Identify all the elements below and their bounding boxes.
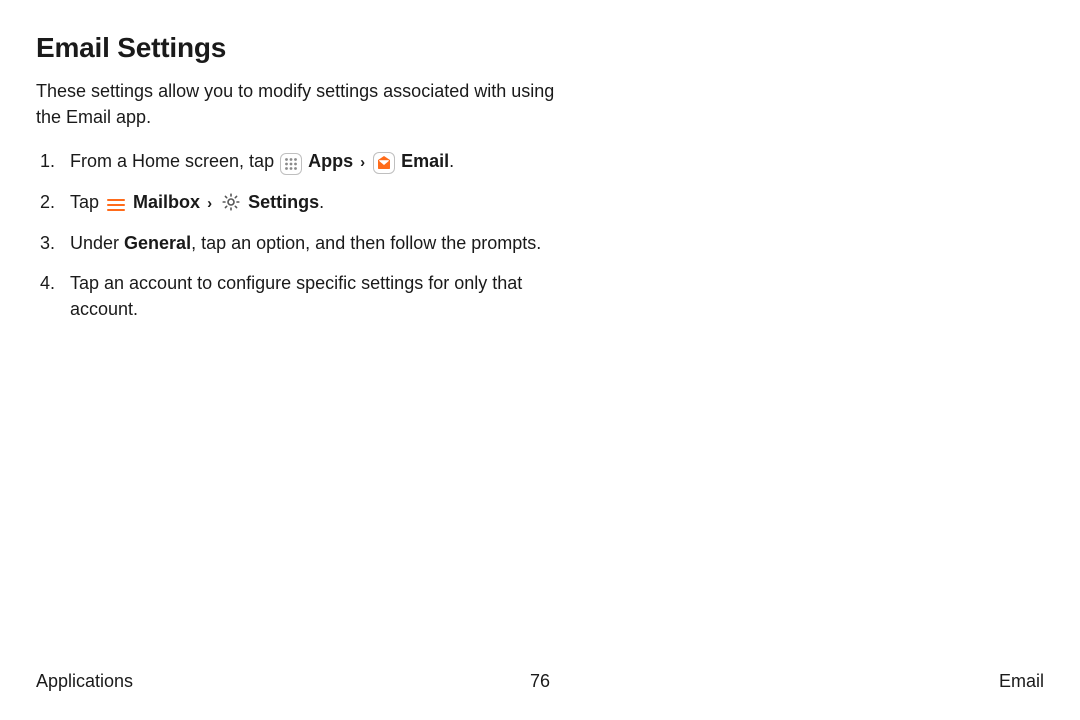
footer-page-number: 76	[530, 671, 550, 692]
general-label: General	[124, 233, 191, 253]
mailbox-icon	[105, 194, 127, 216]
email-icon	[373, 152, 395, 174]
footer-left: Applications	[36, 671, 133, 692]
page-title: Email Settings	[36, 32, 1044, 64]
intro-text: These settings allow you to modify setti…	[36, 78, 556, 130]
footer-right: Email	[999, 671, 1044, 692]
apps-icon	[280, 153, 302, 175]
step-3-text-b: , tap an option, and then follow the pro…	[191, 233, 541, 253]
step-3: Under General, tap an option, and then f…	[36, 230, 576, 256]
page-footer: Applications 76 Email	[36, 671, 1044, 692]
settings-label: Settings	[248, 192, 319, 212]
step-2: Tap Mailbox › Settings.	[36, 189, 576, 216]
settings-icon	[220, 191, 242, 213]
apps-label: Apps	[308, 151, 353, 171]
step-1-period: .	[449, 151, 454, 171]
step-3-text-a: Under	[70, 233, 124, 253]
email-label: Email	[401, 151, 449, 171]
step-1: From a Home screen, tap Apps › Email.	[36, 148, 576, 175]
chevron-icon: ›	[205, 193, 214, 215]
step-4: Tap an account to configure specific set…	[36, 270, 576, 322]
step-2-text-a: Tap	[70, 192, 104, 212]
step-1-text-a: From a Home screen, tap	[70, 151, 279, 171]
steps-list: From a Home screen, tap Apps › Email. Ta…	[36, 148, 576, 322]
chevron-icon: ›	[358, 152, 367, 174]
step-2-period: .	[319, 192, 324, 212]
mailbox-label: Mailbox	[133, 192, 200, 212]
